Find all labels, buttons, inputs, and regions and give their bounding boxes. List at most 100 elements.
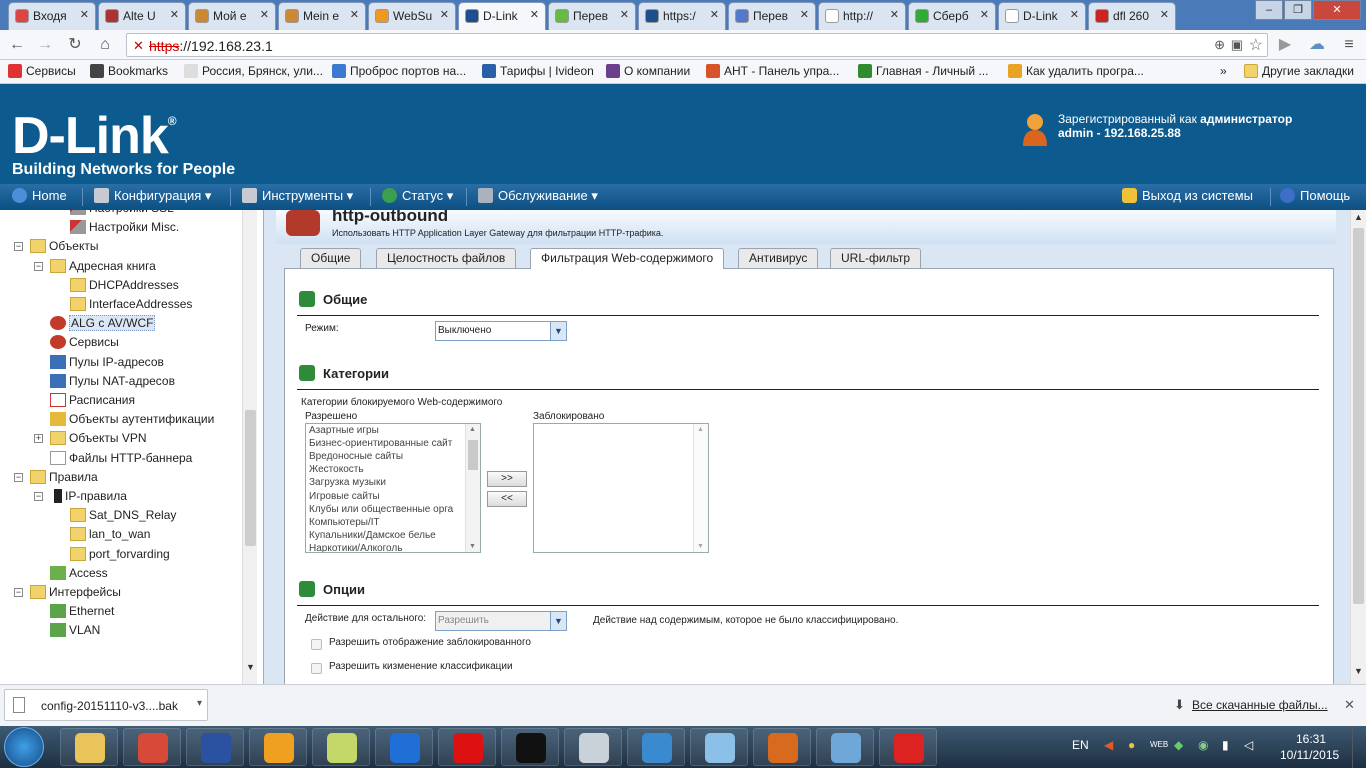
close-tab-icon[interactable]: ✕ <box>530 8 539 21</box>
allowed-list-scrollbar[interactable]: ▲ ▼ <box>465 424 480 552</box>
browser-tab[interactable]: Перев ✕ <box>548 2 636 30</box>
close-tab-icon[interactable]: ✕ <box>1160 8 1169 21</box>
scroll-down-arrow[interactable]: ▼ <box>697 543 704 550</box>
bookmark-item[interactable]: Проброс портов на... <box>332 64 466 78</box>
tree-item[interactable]: DHCPAddresses <box>70 276 179 295</box>
language-indicator[interactable]: EN <box>1072 738 1089 752</box>
bookmark-star-icon[interactable]: ☆ <box>1249 35 1263 55</box>
content-tab[interactable]: Антивирус <box>738 248 819 268</box>
list-item[interactable]: Компьютеры/IT <box>309 517 380 528</box>
browser-tab[interactable]: http:// ✕ <box>818 2 906 30</box>
collapse-icon[interactable]: − <box>34 492 43 501</box>
close-tab-icon[interactable]: ✕ <box>710 8 719 21</box>
start-button[interactable] <box>4 727 44 767</box>
mode-select[interactable]: Выключено ▼ <box>435 321 567 341</box>
tree-item[interactable]: Пулы IP-адресов <box>50 353 164 372</box>
taskbar-app[interactable] <box>60 728 118 766</box>
tray-app-icon[interactable]: ● <box>1128 738 1135 752</box>
tree-item[interactable]: VLAN <box>50 621 100 640</box>
taskbar-app[interactable] <box>375 728 433 766</box>
taskbar-app[interactable] <box>438 728 496 766</box>
close-tab-icon[interactable]: ✕ <box>890 8 899 21</box>
tree-item[interactable]: ALG с AV/WCF <box>50 314 156 333</box>
list-item[interactable]: Клубы или общественные орга <box>309 504 453 515</box>
taskbar-app[interactable] <box>879 728 937 766</box>
clock-date[interactable]: 10/11/2015 <box>1280 748 1339 762</box>
reload-button[interactable]: ↻ <box>64 35 86 55</box>
logout-link[interactable]: Выход из системы <box>1122 188 1253 203</box>
close-window-button[interactable]: ✕ <box>1313 0 1361 20</box>
bookmark-item[interactable]: Россия, Брянск, ули... <box>184 64 323 78</box>
tree-item[interactable]: Правила <box>30 468 98 487</box>
websurf-tray-icon[interactable]: WEB <box>1150 740 1168 749</box>
bookmark-item[interactable]: Как удалить програ... <box>1008 64 1144 78</box>
close-download-bar-icon[interactable]: ✕ <box>1344 697 1355 713</box>
scroll-up-arrow[interactable]: ▲ <box>1354 212 1363 222</box>
close-tab-icon[interactable]: ✕ <box>170 8 179 21</box>
list-item[interactable]: Бизнес-ориентированные сайт <box>309 438 452 449</box>
action-select[interactable]: Разрешить ▼ <box>435 611 567 631</box>
close-tab-icon[interactable]: ✕ <box>620 8 629 21</box>
menu-home[interactable]: Home <box>12 188 67 203</box>
bookmark-item[interactable]: Сервисы <box>8 64 76 78</box>
menu-tools[interactable]: Инструменты ▾ <box>242 188 353 204</box>
tree-item[interactable]: Объекты VPN <box>50 429 147 448</box>
maximize-button[interactable]: ❐ <box>1284 0 1312 20</box>
taskbar-app[interactable] <box>186 728 244 766</box>
list-item[interactable]: Купальники/Дамское белье <box>309 530 436 541</box>
allowed-list[interactable]: Азартные игры Бизнес-ориентированные сайт… <box>305 423 481 553</box>
expand-icon[interactable]: + <box>34 434 43 444</box>
taskbar-app[interactable] <box>564 728 622 766</box>
browser-tab[interactable]: Мой е ✕ <box>188 2 276 30</box>
tree-item[interactable]: Объекты аутентификации <box>50 410 214 429</box>
taskbar-app[interactable] <box>501 728 559 766</box>
tree-scrollbar[interactable]: ▼ <box>242 210 257 684</box>
menu-config[interactable]: Конфигурация ▾ <box>94 188 211 204</box>
clock-time[interactable]: 16:31 <box>1296 732 1326 746</box>
list-item[interactable]: Игровые сайты <box>309 491 380 502</box>
show-desktop-button[interactable] <box>1352 726 1366 768</box>
tree-item[interactable]: Файлы HTTP-баннера <box>50 449 192 468</box>
minimize-button[interactable]: – <box>1255 0 1283 20</box>
menu-icon[interactable]: ≡ <box>1338 35 1360 55</box>
close-tab-icon[interactable]: ✕ <box>1070 8 1079 21</box>
close-tab-icon[interactable]: ✕ <box>980 8 989 21</box>
content-tab[interactable]: URL-фильтр <box>830 248 922 268</box>
browser-tab[interactable]: Перев ✕ <box>728 2 816 30</box>
browser-tab[interactable]: D-Link ✕ <box>998 2 1086 30</box>
address-bar[interactable]: ✕ https://192.168.23.1 ⊕ ▣ ☆ <box>126 33 1268 57</box>
home-icon[interactable]: ⌂ <box>94 35 116 55</box>
bookmarks-overflow-chevron[interactable]: » <box>1220 64 1227 78</box>
blocked-list[interactable]: ▲ ▼ <box>533 423 709 553</box>
allow-blocked-display-checkbox[interactable] <box>311 639 322 650</box>
taskbar-app[interactable] <box>627 728 685 766</box>
browser-tab[interactable]: https:/ ✕ <box>638 2 726 30</box>
tree-item[interactable]: Access <box>50 564 108 583</box>
bookmark-item[interactable]: АНТ - Панель упра... <box>706 64 839 78</box>
tree-item[interactable]: Настройки SSL <box>70 210 174 218</box>
bookmark-item[interactable]: Тарифы | Ivideon <box>482 64 594 78</box>
menu-maintenance[interactable]: Обслуживание ▾ <box>478 188 598 204</box>
tree-item[interactable]: IP-правила <box>50 487 127 506</box>
browser-tab[interactable]: Сберб ✕ <box>908 2 996 30</box>
content-tab[interactable]: Целостность файлов <box>376 248 517 268</box>
tray-green-icon[interactable]: ◉ <box>1198 738 1208 752</box>
content-scrollbar-thumb[interactable] <box>1353 228 1364 604</box>
scroll-up-arrow[interactable]: ▲ <box>469 426 476 433</box>
taskbar-app[interactable] <box>312 728 370 766</box>
tree-item[interactable]: Объекты <box>30 237 99 256</box>
scroll-down-arrow[interactable]: ▼ <box>469 543 476 550</box>
tree-item[interactable]: InterfaceAddresses <box>70 295 192 314</box>
close-tab-icon[interactable]: ✕ <box>350 8 359 21</box>
tree-item[interactable]: Интерфейсы <box>30 583 121 602</box>
tree-item[interactable]: Расписания <box>50 391 135 410</box>
close-tab-icon[interactable]: ✕ <box>440 8 449 21</box>
extension-cloud-icon[interactable]: ☁ <box>1306 35 1328 55</box>
tree-scrollbar-thumb[interactable] <box>245 410 256 546</box>
browser-tab[interactable]: Alte U ✕ <box>98 2 186 30</box>
zoom-icon[interactable]: ⊕ <box>1214 37 1225 53</box>
browser-tab[interactable]: Mein e ✕ <box>278 2 366 30</box>
browser-tab[interactable]: D-Link ✕ <box>458 2 546 30</box>
forward-button[interactable]: → <box>34 35 56 55</box>
all-downloads-link[interactable]: Все скачанные файлы... <box>1192 698 1328 712</box>
